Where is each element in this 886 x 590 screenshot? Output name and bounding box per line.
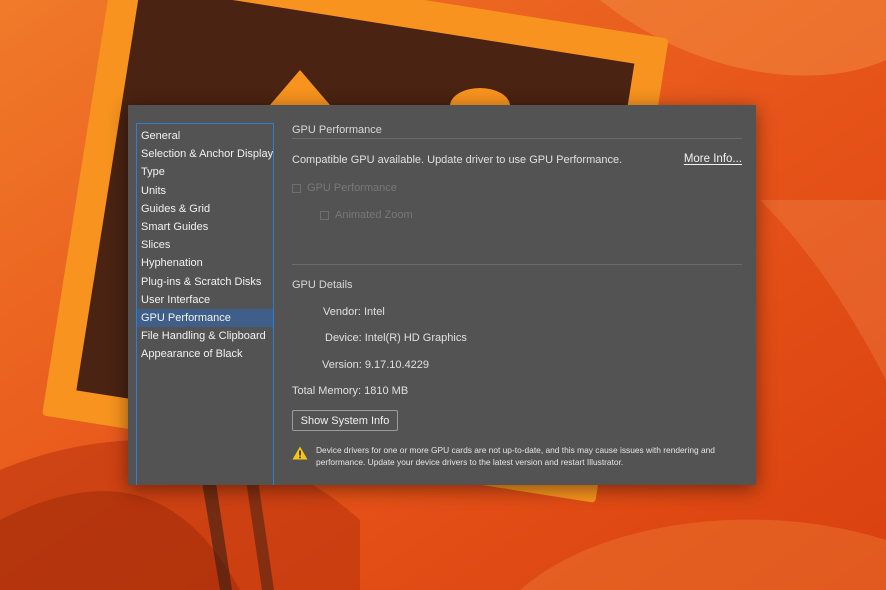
version-label: Version: (322, 359, 362, 371)
sidebar-item-type[interactable]: Type (137, 163, 273, 181)
animated-zoom-checkbox-row[interactable]: Animated Zoom (320, 209, 413, 221)
animated-zoom-checkbox-label: Animated Zoom (335, 209, 413, 221)
sidebar-item-slices[interactable]: Slices (137, 236, 273, 254)
gpu-performance-checkbox[interactable] (292, 183, 301, 193)
total-memory-label: Total Memory: (292, 385, 362, 397)
sidebar-item-selection-anchor-display[interactable]: Selection & Anchor Display (137, 145, 273, 163)
device-label: Device: (325, 332, 362, 344)
gpu-performance-section-title: GPU Performance (292, 124, 382, 136)
sidebar-item-general[interactable]: General (137, 127, 273, 145)
device-row: Device: Intel(R) HD Graphics (325, 332, 467, 344)
driver-warning: Device drivers for one or more GPU cards… (292, 445, 742, 468)
sidebar-item-appearance-of-black[interactable]: Appearance of Black (137, 345, 273, 363)
gpu-status-text: Compatible GPU available. Update driver … (292, 154, 623, 166)
total-memory-row: Total Memory: 1810 MB (292, 385, 408, 397)
gpu-details-section-title: GPU Details (292, 279, 353, 291)
version-value: 9.17.10.4229 (364, 359, 430, 371)
preferences-sidebar: General Selection & Anchor Display Type … (136, 123, 274, 485)
sidebar-item-hyphenation[interactable]: Hyphenation (137, 254, 273, 272)
vendor-value: Intel (363, 306, 385, 318)
sidebar-item-gpu-performance[interactable]: GPU Performance (137, 308, 273, 328)
sidebar-item-plugins-scratch-disks[interactable]: Plug-ins & Scratch Disks (137, 273, 273, 291)
gpu-performance-checkbox-row[interactable]: GPU Performance (292, 182, 397, 194)
section-divider (292, 138, 742, 139)
show-system-info-button[interactable]: Show System Info (292, 410, 398, 431)
sidebar-item-file-handling-clipboard[interactable]: File Handling & Clipboard (137, 327, 273, 345)
preferences-dialog: General Selection & Anchor Display Type … (128, 105, 756, 485)
version-row: Version: 9.17.10.4229 (322, 359, 429, 371)
sidebar-item-smart-guides[interactable]: Smart Guides (137, 218, 273, 236)
warning-triangle-icon (292, 446, 308, 460)
animated-zoom-checkbox[interactable] (320, 210, 329, 220)
section-divider (292, 264, 742, 265)
driver-warning-text: Device drivers for one or more GPU cards… (316, 445, 715, 467)
more-info-link[interactable]: More Info... (684, 153, 742, 165)
preferences-content: GPU Performance Compatible GPU available… (292, 105, 742, 485)
vendor-label: Vendor: (323, 306, 361, 318)
sidebar-item-guides-grid[interactable]: Guides & Grid (137, 200, 273, 218)
vendor-row: Vendor: Intel (323, 306, 385, 318)
device-value: Intel(R) HD Graphics (364, 332, 467, 344)
sidebar-item-units[interactable]: Units (137, 182, 273, 200)
total-memory-value: 1810 MB (364, 385, 409, 397)
sidebar-item-user-interface[interactable]: User Interface (137, 291, 273, 309)
gpu-performance-checkbox-label: GPU Performance (307, 182, 397, 194)
